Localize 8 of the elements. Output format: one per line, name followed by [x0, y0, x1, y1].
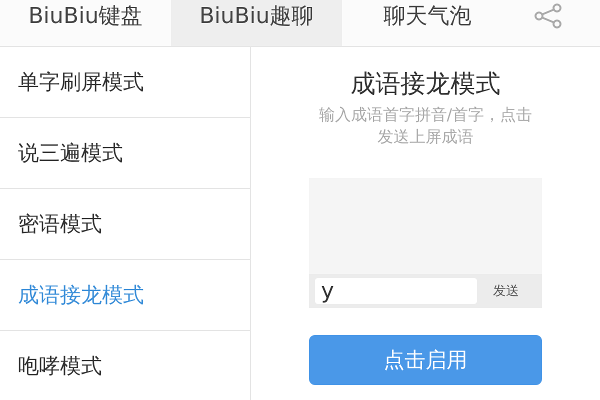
mode-description: 输入成语首字拼音/首字，点击发送上屏成语 — [318, 104, 534, 148]
tab[interactable]: 聊天气泡 — [342, 0, 513, 46]
mode-title: 成语接龙模式 — [350, 68, 500, 100]
send-button[interactable]: 发送 — [485, 282, 527, 300]
share-icon[interactable] — [533, 3, 563, 29]
tab[interactable]: BiuBiu键盘 — [0, 0, 171, 46]
tab[interactable]: BiuBiu趣聊 — [171, 0, 342, 46]
input-field[interactable]: y — [315, 278, 477, 304]
